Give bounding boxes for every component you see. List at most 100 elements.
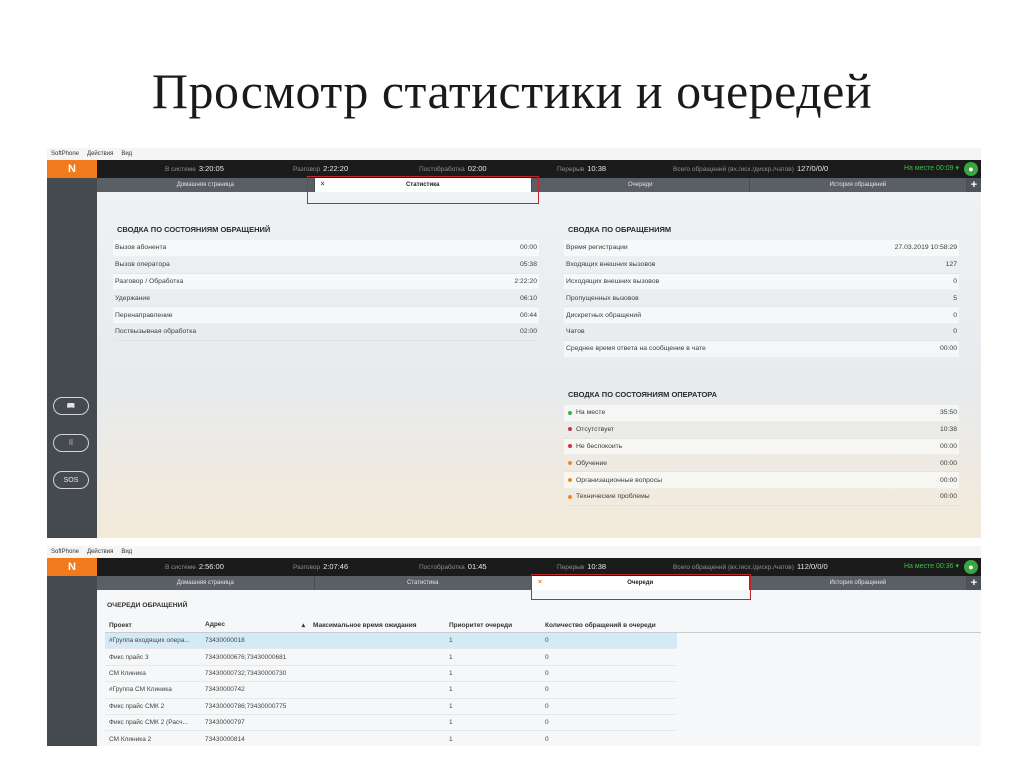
list-item: Обучение 00:00 (564, 455, 959, 472)
list-item-value: 0 (953, 328, 957, 336)
table-cell: СМ Клиника (105, 665, 201, 683)
table-cell: 73430000786;73430000775 (201, 698, 309, 715)
stat-break: Перерыв 10:38 (557, 164, 607, 173)
menu-softphone[interactable]: SoftPhone (51, 549, 79, 555)
table-cell: 1 (445, 632, 541, 650)
list-item-label: Удержание (115, 294, 150, 302)
list-item: Исходящих внешних вызовов 0 (564, 273, 959, 291)
table-cell: 1 (445, 648, 541, 666)
table-cell: 0 (541, 681, 677, 699)
col-max-wait[interactable]: Максимальное время ожидания (309, 618, 445, 633)
table-header: Проект Адрес ▴ Максимальное время ожидани… (105, 618, 981, 633)
calls-state-title: СВОДКА ПО СОСТОЯНИЯМ ОБРАЩЕНИЙ (117, 225, 271, 234)
list-item-value: 27.03.2019 10:58:29 (894, 244, 957, 252)
table-cell: Фикс прайс СМК 2 (105, 698, 201, 715)
operator-state-title: СВОДКА ПО СОСТОЯНИЯМ ОПЕРАТОРА (568, 390, 718, 399)
app-logo: N (47, 160, 97, 178)
menu-softphone[interactable]: SoftPhone (51, 151, 79, 157)
list-item: Вызов оператора 05:38 (113, 257, 539, 274)
menu-actions[interactable]: Действия (87, 151, 113, 157)
table-cell (309, 632, 445, 650)
tab-bar: Домашняя страница × Статистика Очереди И… (97, 178, 981, 192)
sidebar (47, 576, 97, 746)
table-row[interactable]: Фикс прайс 3 73430000676;73430000681 1 0 (105, 648, 981, 666)
list-item-label: На месте (576, 409, 606, 417)
list-item-label: Отсутствует (576, 426, 615, 434)
avatar[interactable]: ● (964, 560, 978, 574)
list-item: Вызов абонента 00:00 (113, 240, 539, 257)
list-item: Среднее время ответа на сообщение в чате… (564, 340, 959, 358)
table-row[interactable]: #Группа СМ Клиника 73430000742 1 0 (105, 681, 981, 699)
list-item-label: Вызов оператора (115, 261, 170, 269)
tab-statistics[interactable]: Статистика (315, 576, 532, 590)
list-item-value: 10:38 (939, 426, 957, 434)
status-dot-icon (568, 494, 572, 499)
col-count[interactable]: Количество обращений в очереди (541, 618, 677, 633)
list-item-value: 00:00 (939, 476, 957, 484)
tab-home[interactable]: Домашняя страница (97, 576, 315, 590)
list-item-value: 00:00 (939, 442, 957, 450)
list-item: Разговор / Обработка 2:22:20 (113, 273, 539, 291)
book-icon[interactable]: 📖 (53, 397, 89, 415)
list-item-value: 5 (953, 294, 957, 302)
list-item-label: Разговор / Обработка (115, 277, 184, 285)
list-item-label: Организационные вопросы (576, 476, 662, 484)
col-priority[interactable]: Приоритет очереди (445, 618, 541, 633)
table-cell: 1 (445, 698, 541, 715)
list-item-value: 127 (945, 261, 957, 269)
table-row[interactable]: #Группа входящих опера... 73430000018 1 0 (105, 632, 981, 650)
table-cell (309, 665, 445, 683)
add-tab-button[interactable]: + (967, 576, 981, 590)
list-item-label: Среднее время ответа на сообщение в чате (566, 345, 706, 353)
list-item-value: 06:10 (519, 294, 537, 302)
table-cell (309, 681, 445, 699)
list-item: Поствызывная обработка 02:00 (113, 324, 539, 341)
avatar[interactable]: ● (964, 162, 978, 176)
sort-icon[interactable]: ▴ (302, 621, 305, 629)
table-cell: СМ Клиника 2 (105, 730, 201, 746)
status-dot-icon (568, 427, 572, 432)
add-tab-button[interactable]: + (967, 178, 981, 192)
col-address[interactable]: Адрес ▴ (201, 618, 309, 633)
list-item-value: 0 (953, 311, 957, 319)
list-item-value: 35:50 (939, 409, 957, 417)
table-row[interactable]: Фикс прайс СМК 2 (Расч... 73430000797 1 0 (105, 714, 981, 732)
col-project[interactable]: Проект (105, 618, 201, 633)
stat-talk: Разговор 2:07:46 (293, 562, 349, 571)
table-filler-cell (677, 730, 981, 746)
table-cell: Фикс прайс 3 (105, 648, 201, 666)
tab-queues[interactable]: Очереди (532, 178, 750, 192)
calls-summary-list: Время регистрации 27.03.2019 10:58:29 Вход… (564, 240, 959, 358)
table-row[interactable]: СМ Клиника 73430000732;73430000730 1 0 (105, 665, 981, 683)
list-item-label: Вызов абонента (115, 244, 167, 252)
list-item-value: 02:00 (519, 328, 537, 336)
table-filler-cell (677, 648, 981, 666)
tab-history[interactable]: История обращений (750, 178, 967, 192)
table-cell: 73430000814 (201, 730, 309, 746)
col-filler (677, 618, 981, 633)
list-item: Удержание 06:10 (113, 290, 539, 307)
menu-bar: SoftPhone Действия Вид (47, 148, 981, 160)
list-item-label: Технические проблемы (576, 493, 650, 501)
table-filler-cell (677, 681, 981, 699)
table-filler-cell (677, 632, 981, 649)
operator-status-dropdown[interactable]: На месте 00:09 ▾ (904, 160, 959, 178)
table-cell: Фикс прайс СМК 2 (Расч... (105, 714, 201, 732)
menu-view[interactable]: Вид (121, 549, 132, 555)
tab-history[interactable]: История обращений (750, 576, 967, 590)
dialpad-icon[interactable]: ⠿ (53, 434, 89, 452)
menu-actions[interactable]: Действия (87, 549, 113, 555)
stat-in-system: В системе 2:56:00 (165, 562, 224, 571)
sos-button[interactable]: SOS (53, 471, 89, 489)
operator-status-dropdown[interactable]: На месте 00:36 ▾ (904, 558, 959, 576)
table-row[interactable]: Фикс прайс СМК 2 73430000786;73430000775 1… (105, 698, 981, 715)
menu-bar: SoftPhone Действия Вид (47, 546, 981, 558)
stat-in-system: В системе 3:20:05 (165, 164, 224, 173)
table-row[interactable]: СМ Клиника 2 73430000814 1 0 (105, 730, 981, 746)
menu-view[interactable]: Вид (121, 151, 132, 157)
table-cell: 1 (445, 681, 541, 699)
list-item-value: 2:22:20 (514, 277, 537, 285)
calls-summary-title: СВОДКА ПО ОБРАЩЕНИЯМ (568, 225, 672, 234)
tab-home[interactable]: Домашняя страница (97, 178, 315, 192)
table-cell: 73430000797 (201, 714, 309, 732)
